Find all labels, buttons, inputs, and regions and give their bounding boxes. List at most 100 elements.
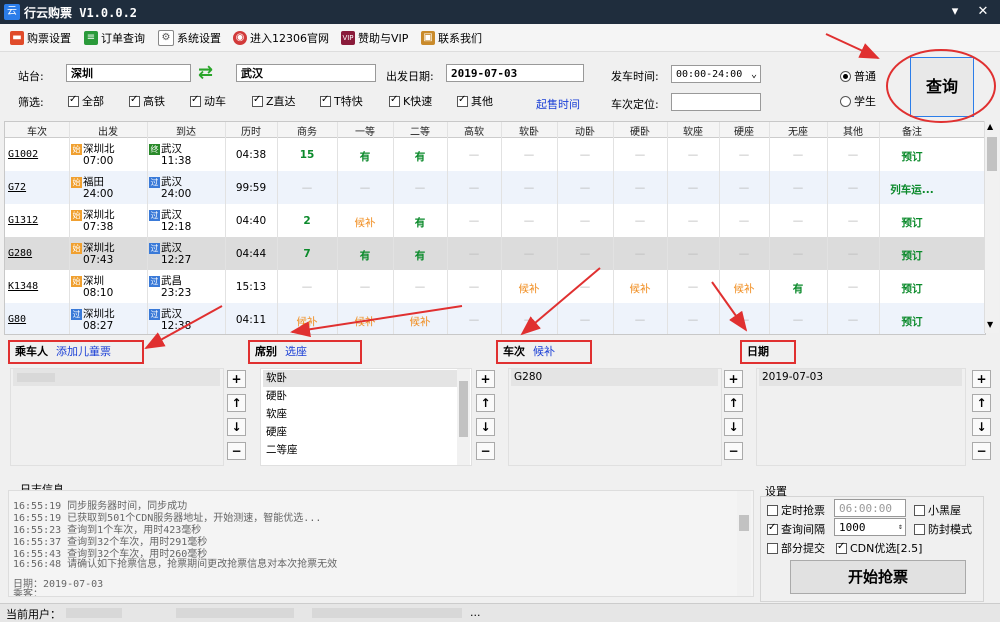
to-station-input[interactable]: 武汉 — [236, 64, 376, 82]
table-row[interactable]: G80 过深圳北 08:27 过武汉 12:38 04:11 候补 候补 候补 — — — — — — — — 预… — [5, 303, 985, 334]
waitlist-link[interactable]: 候补 — [533, 345, 555, 358]
seat-item[interactable]: 硬卧 — [263, 388, 287, 405]
train-number-link[interactable]: G80 — [8, 314, 66, 325]
column-header[interactable]: 高软 — [447, 123, 501, 138]
open-12306-button[interactable]: ◉ 进入12306官网 — [233, 29, 329, 47]
train-remove-button[interactable]: − — [724, 442, 743, 460]
passenger-up-button[interactable]: ↑ — [227, 394, 246, 412]
mode-student-radio[interactable]: 学生 — [840, 93, 876, 109]
column-header[interactable]: 二等 — [393, 123, 447, 138]
seat-add-button[interactable]: + — [476, 370, 495, 388]
date-down-button[interactable]: ↓ — [972, 418, 991, 436]
train-number-link[interactable]: G280 — [8, 248, 66, 259]
column-header[interactable]: 硬座 — [719, 123, 769, 138]
seat-down-button[interactable]: ↓ — [476, 418, 495, 436]
column-header[interactable]: 动卧 — [557, 123, 613, 138]
filter-z[interactable]: Z直达 — [252, 93, 296, 109]
ticket-settings-button[interactable]: ▬ 购票设置 — [10, 29, 71, 47]
date-remove-button[interactable]: − — [972, 442, 991, 460]
stepper-icon[interactable]: ⇕ — [898, 519, 903, 534]
filter-dongche[interactable]: 动车 — [190, 93, 226, 109]
train-number-link[interactable]: G1002 — [8, 149, 66, 160]
close-button[interactable]: ✕ — [972, 2, 994, 22]
table-row[interactable]: G280 始深圳北 07:43 过武汉 12:27 04:44 7 有 有 — — — — — — — — 预订 — [5, 237, 985, 271]
column-header[interactable]: 车次 — [5, 123, 69, 138]
filter-all[interactable]: 全部 — [68, 93, 104, 109]
column-header[interactable]: 软座 — [667, 123, 719, 138]
passenger-item[interactable] — [13, 369, 220, 386]
filter-gaotie[interactable]: 高铁 — [129, 93, 165, 109]
scroll-up-icon[interactable]: ▲ — [987, 122, 993, 131]
column-header[interactable]: 其他 — [827, 123, 879, 138]
choose-seat-link[interactable]: 选座 — [285, 345, 307, 358]
column-header[interactable]: 商务 — [277, 123, 337, 138]
table-scrollbar[interactable]: ▲ ▼ — [984, 121, 999, 333]
seat-up-button[interactable]: ↑ — [476, 394, 495, 412]
train-add-button[interactable]: + — [724, 370, 743, 388]
table-row[interactable]: G1002 始深圳北 07:00 终武汉 11:38 04:38 15 有 有 — — — — — — — — 预… — [5, 138, 985, 172]
timed-checkbox[interactable]: 定时抢票 — [767, 502, 825, 518]
log-panel[interactable]: 16:55:19 同步服务器时间，同步成功 16:55:19 已获取到501个C… — [8, 490, 754, 597]
date-up-button[interactable]: ↑ — [972, 394, 991, 412]
date-item[interactable]: 2019-07-03 — [759, 369, 962, 386]
seat-list[interactable]: 软卧 硬卧 软座 硬座 二等座 — [260, 368, 472, 466]
column-header[interactable]: 到达 — [147, 123, 225, 138]
add-child-ticket-link[interactable]: 添加儿童票 — [56, 345, 111, 358]
filter-k[interactable]: K快速 — [389, 93, 432, 109]
train-locate-input[interactable] — [671, 93, 761, 111]
date-list[interactable]: 2019-07-03 — [756, 368, 966, 466]
from-station-input[interactable]: 深圳 — [66, 64, 191, 82]
column-header[interactable]: 硬卧 — [613, 123, 667, 138]
seat-item[interactable]: 硬座 — [263, 424, 287, 441]
column-header[interactable]: 无座 — [769, 123, 827, 138]
train-item[interactable]: G280 — [511, 369, 718, 386]
black-room-checkbox[interactable]: 小黑屋 — [914, 502, 961, 518]
date-input[interactable]: 2019-07-03 — [446, 64, 584, 82]
column-header[interactable]: 备注 — [879, 123, 945, 138]
minimize-button[interactable]: ▾ — [944, 2, 966, 22]
scroll-down-icon[interactable]: ▼ — [987, 320, 993, 329]
passenger-add-button[interactable]: + — [227, 370, 246, 388]
passenger-list[interactable] — [10, 368, 224, 466]
table-row[interactable]: K1348 始深圳 08:10 过武昌 23:23 15:13 — — — — 候补 — 候补 — 候补 有 —… — [5, 270, 985, 304]
presale-time-link[interactable]: 起售时间 — [536, 96, 580, 112]
train-number-link[interactable]: G72 — [8, 182, 66, 193]
seat-item[interactable]: 软座 — [263, 406, 287, 423]
passenger-down-button[interactable]: ↓ — [227, 418, 246, 436]
seat-scroll-thumb[interactable] — [459, 381, 468, 437]
anti-block-checkbox[interactable]: 防封模式 — [914, 521, 972, 537]
book-button[interactable]: 预订 — [879, 215, 945, 230]
interval-input[interactable]: 1000 ⇕ — [834, 518, 906, 536]
seat-item[interactable]: 二等座 — [263, 442, 298, 459]
book-button[interactable]: 预订 — [879, 248, 945, 263]
column-header[interactable]: 软卧 — [501, 123, 557, 138]
system-settings-button[interactable]: ⚙ 系统设置 — [158, 29, 221, 47]
train-number-link[interactable]: K1348 — [8, 281, 66, 292]
train-up-button[interactable]: ↑ — [724, 394, 743, 412]
column-header[interactable]: 一等 — [337, 123, 393, 138]
order-query-button[interactable]: ≡ 订单查询 — [84, 29, 145, 47]
query-button[interactable]: 查询 — [910, 57, 974, 117]
cdn-checkbox[interactable]: CDN优选[2.5] — [836, 540, 922, 556]
seat-scrollbar[interactable] — [457, 369, 470, 465]
train-number-link[interactable]: G1312 — [8, 215, 66, 226]
table-row[interactable]: G1312 始深圳北 07:38 过武汉 12:18 04:40 2 候补 有 — — — — — — — — 预… — [5, 204, 985, 238]
scroll-thumb[interactable] — [987, 137, 997, 171]
table-row[interactable]: G72 始福田 24:00 过武汉 24:00 99:59— — — — — — — — — — — 列车运..… — [5, 171, 985, 205]
seat-item[interactable]: 软卧 — [263, 370, 458, 387]
log-scrollbar[interactable] — [737, 491, 751, 596]
filter-other[interactable]: 其他 — [457, 93, 493, 109]
book-button[interactable]: 预订 — [879, 314, 945, 329]
mode-normal-radio[interactable]: 普通 — [840, 68, 876, 84]
train-down-button[interactable]: ↓ — [724, 418, 743, 436]
log-scroll-thumb[interactable] — [739, 515, 749, 531]
seat-remove-button[interactable]: − — [476, 442, 495, 460]
train-list[interactable]: G280 — [508, 368, 722, 466]
swap-icon[interactable]: ⇄ — [198, 62, 213, 83]
timed-input[interactable]: 06:00:00 — [834, 499, 906, 517]
vip-button[interactable]: VIP 赞助与VIP — [341, 29, 408, 47]
date-add-button[interactable]: + — [972, 370, 991, 388]
time-select[interactable]: 00:00-24:00 ⌄ — [671, 65, 761, 83]
book-button[interactable]: 预订 — [879, 281, 945, 296]
start-grab-button[interactable]: 开始抢票 — [790, 560, 966, 594]
